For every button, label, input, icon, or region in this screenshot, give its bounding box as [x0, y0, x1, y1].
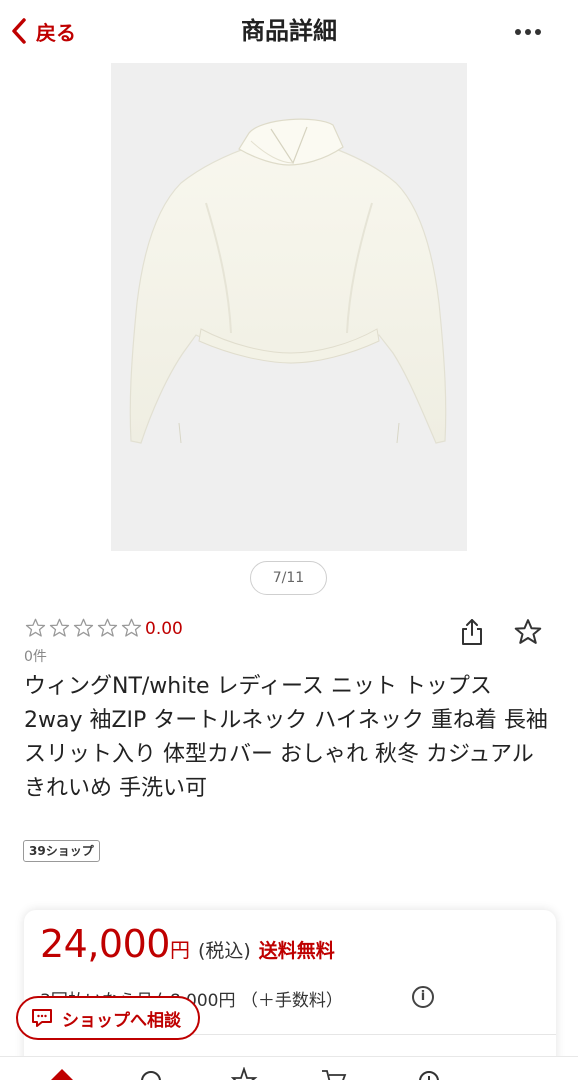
- free-shipping-label: 送料無料: [258, 940, 335, 962]
- app-header: 戻る 商品詳細: [0, 0, 578, 62]
- sweater-image: [129, 118, 447, 444]
- shop-chat-button[interactable]: ショップへ相談: [16, 996, 200, 1040]
- star-outline-icon: [121, 618, 142, 637]
- favorite-button[interactable]: [510, 615, 546, 649]
- share-icon: [462, 619, 482, 645]
- cart-icon[interactable]: [320, 1067, 348, 1080]
- price-card: 24,000 円 (税込) 送料無料 3回払いなら月々8,000円 （＋手数料）…: [24, 910, 556, 1080]
- price-amount: 24,000: [40, 922, 170, 966]
- chevron-left-icon: [12, 18, 26, 44]
- product-name: ウィングNT/white レディース ニット トップス 2way 袖ZIP ター…: [24, 674, 548, 801]
- info-icon[interactable]: i: [412, 986, 434, 1008]
- chat-icon: [32, 1009, 52, 1027]
- shop-badge: 39ショップ: [23, 840, 100, 862]
- back-button[interactable]: 戻る: [10, 14, 76, 48]
- share-button[interactable]: [455, 615, 489, 649]
- star-outline-icon: [49, 618, 70, 637]
- star-outline-icon: [97, 618, 118, 637]
- product-image[interactable]: [111, 63, 467, 551]
- home-icon[interactable]: [48, 1067, 76, 1080]
- menu-icon[interactable]: [415, 1067, 443, 1080]
- favorites-icon[interactable]: [230, 1067, 258, 1080]
- rating-stars: [24, 617, 143, 639]
- image-counter: 7/11: [250, 561, 327, 595]
- star-outline-icon: [73, 618, 94, 637]
- rating-value[interactable]: 0.00: [145, 618, 183, 640]
- review-count[interactable]: 0件: [24, 646, 47, 666]
- price-row: 24,000 円 (税込) 送料無料: [40, 922, 335, 966]
- more-horizontal-icon: [515, 29, 521, 35]
- page-title: 商品詳細: [241, 17, 337, 45]
- back-label: 戻る: [36, 20, 76, 45]
- price-currency: 円: [169, 938, 190, 962]
- star-icon: [514, 619, 542, 644]
- more-options-button[interactable]: [508, 22, 548, 42]
- star-outline-icon: [25, 618, 46, 637]
- tax-label: (税込): [197, 940, 251, 962]
- search-icon[interactable]: [137, 1067, 165, 1080]
- bottom-nav: [0, 1056, 578, 1080]
- shop-chat-label: ショップへ相談: [62, 1010, 181, 1031]
